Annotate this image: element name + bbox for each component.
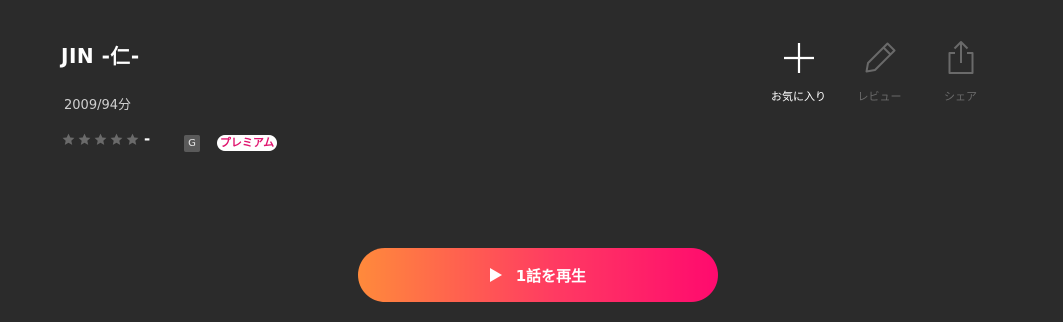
star-icon: [110, 133, 123, 145]
favorite-label: お気に入り: [771, 90, 826, 103]
star-icon: [94, 133, 107, 145]
review-label: レビュー: [857, 90, 902, 103]
play-button-label: 1話を再生: [515, 266, 587, 285]
rating-value: -: [144, 130, 151, 148]
plus-icon: [783, 43, 814, 73]
share-icon: [948, 41, 973, 74]
page-title: JIN -仁-: [61, 44, 140, 68]
action-bar: お気に入り レビュー シェア: [758, 38, 1001, 104]
star-icon: [126, 133, 139, 145]
release-year-duration: 2009/94分: [64, 98, 132, 113]
star-icon: [62, 133, 75, 145]
pencil-icon: [865, 42, 895, 73]
star-icon: [78, 133, 91, 145]
share-button[interactable]: シェア: [920, 38, 1001, 104]
play-icon: [489, 268, 502, 282]
rating: -: [61, 132, 150, 147]
premium-badge: プレミアム: [217, 135, 278, 151]
rating-stars: [61, 132, 140, 147]
age-rating-badge: G: [184, 135, 200, 152]
title-detail-page: JIN -仁- 2009/94分 - G プレミアム お気に入り レビュー シェ…: [0, 0, 1063, 322]
favorite-button[interactable]: お気に入り: [758, 38, 839, 104]
share-label: シェア: [944, 90, 977, 103]
review-button[interactable]: レビュー: [839, 38, 920, 104]
play-episode-button[interactable]: 1話を再生: [358, 248, 718, 302]
